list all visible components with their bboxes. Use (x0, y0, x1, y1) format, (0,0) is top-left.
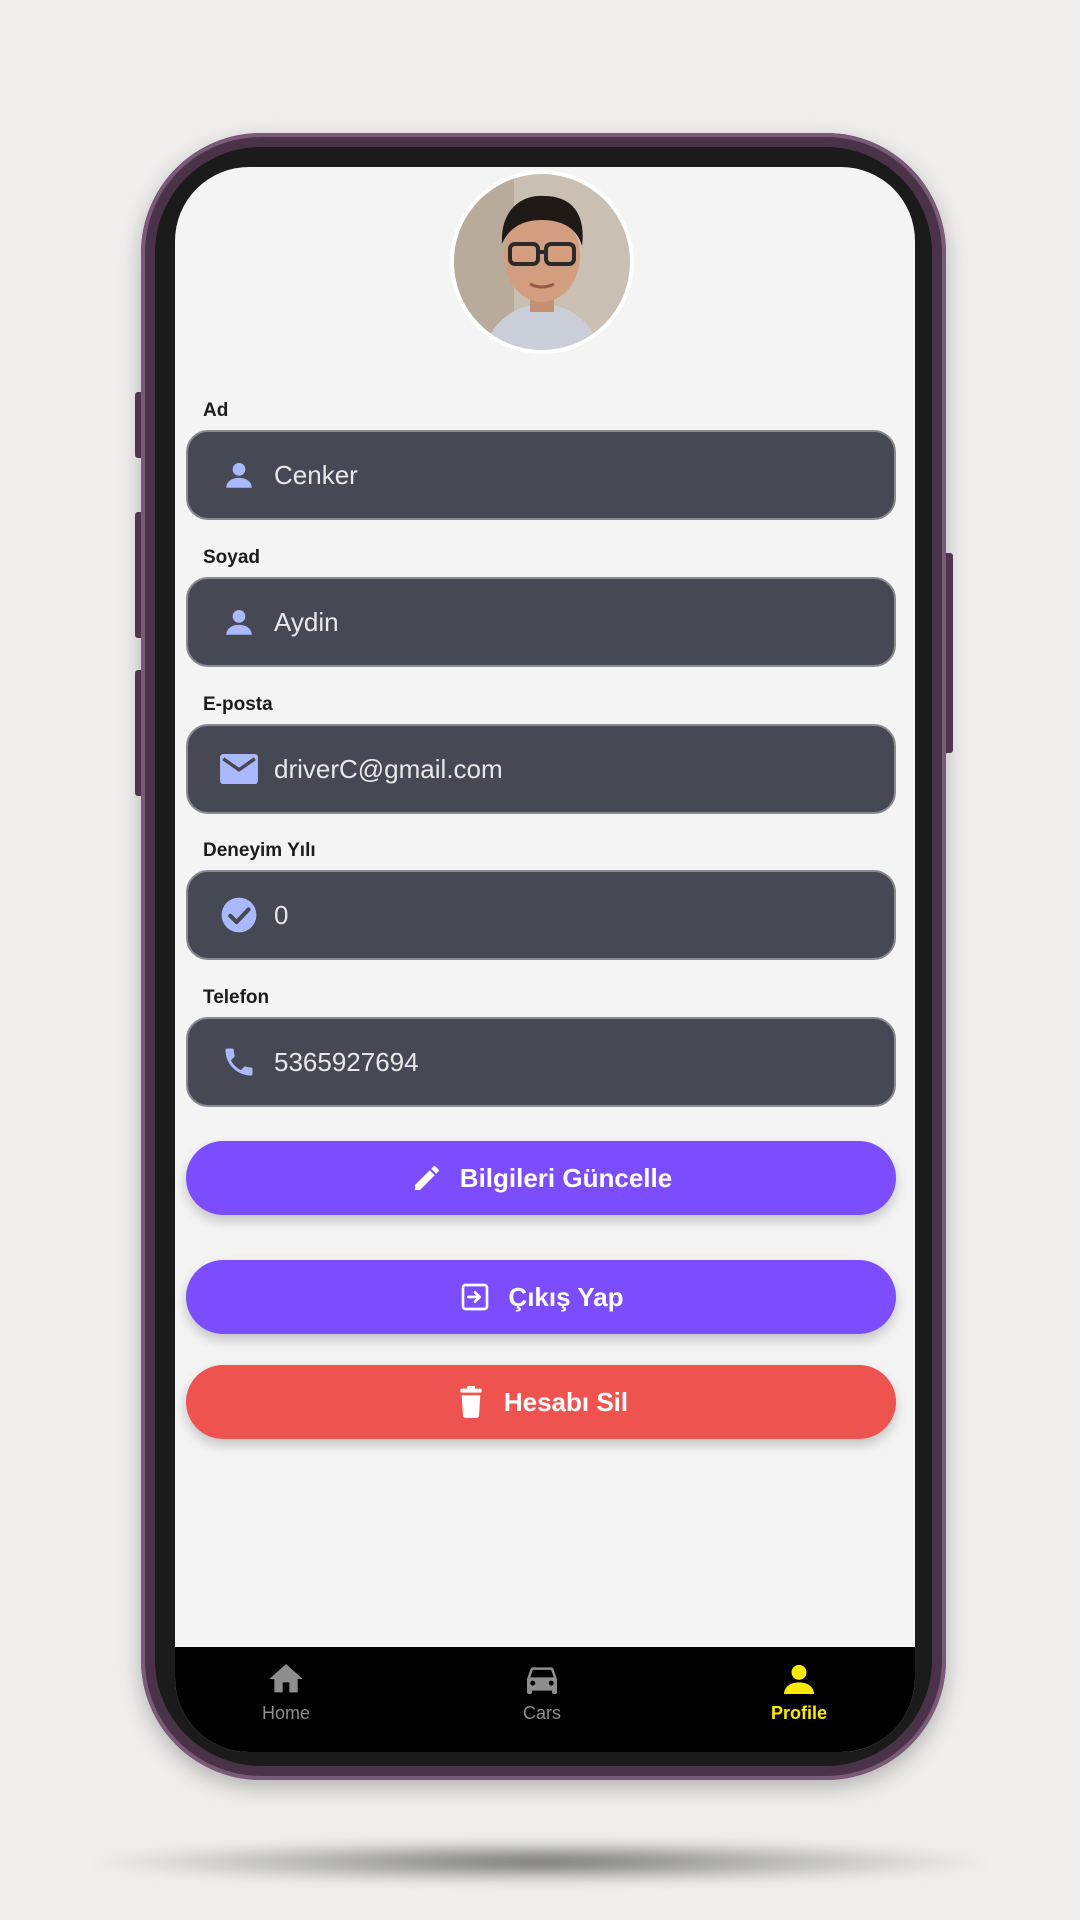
last-name-field[interactable]: Aydin (186, 577, 896, 667)
edit-pencil-icon (410, 1161, 444, 1195)
update-info-label: Bilgileri Güncelle (459, 1162, 673, 1193)
person-icon (779, 1659, 819, 1699)
phone-icon (220, 1043, 258, 1081)
first-name-value: Cenker (274, 459, 358, 490)
tab-cars[interactable]: Cars (442, 1659, 642, 1739)
tab-profile[interactable]: Profile (699, 1659, 899, 1739)
tab-profile-label: Profile (770, 1703, 827, 1723)
email-value: driverC@gmail.com (274, 753, 503, 784)
logout-icon (458, 1280, 492, 1314)
tab-home[interactable]: Home (186, 1659, 386, 1739)
bottom-tab-bar: Home Cars Profile (175, 1647, 915, 1752)
avatar[interactable] (450, 170, 634, 354)
last-name-value: Aydin (274, 606, 339, 637)
first-name-field[interactable]: Cenker (186, 430, 896, 520)
app-screen: Ad Cenker Soyad Aydin E-posta driverC@gm… (175, 167, 915, 1752)
experience-years-field[interactable]: 0 (186, 870, 896, 960)
email-field[interactable]: driverC@gmail.com (186, 724, 896, 814)
logout-button[interactable]: Çıkış Yap (186, 1260, 896, 1334)
check-circle-icon (220, 896, 258, 934)
phone-label: Telefon (203, 987, 270, 1008)
phone-field[interactable]: 5365927694 (186, 1017, 896, 1107)
delete-account-button[interactable]: Hesabı Sil (186, 1365, 896, 1439)
experience-years-value: 0 (274, 899, 289, 930)
first-name-label: Ad (203, 400, 229, 421)
delete-account-label: Hesabı Sil (503, 1386, 629, 1417)
experience-years-label: Deneyim Yılı (203, 840, 316, 861)
tab-home-label: Home (261, 1703, 310, 1723)
update-info-button[interactable]: Bilgileri Güncelle (186, 1141, 896, 1215)
avatar-photo (454, 174, 630, 350)
tab-cars-label: Cars (522, 1703, 561, 1723)
car-icon (522, 1659, 562, 1699)
person-icon (220, 603, 258, 641)
email-icon (220, 750, 258, 788)
person-icon (220, 456, 258, 494)
logout-label: Çıkış Yap (508, 1281, 624, 1312)
email-label: E-posta (203, 694, 273, 715)
last-name-label: Soyad (203, 547, 261, 568)
home-icon (266, 1659, 306, 1699)
trash-icon (454, 1385, 488, 1419)
phone-value: 5365927694 (274, 1046, 419, 1077)
floor-shadow (80, 1840, 1000, 1884)
